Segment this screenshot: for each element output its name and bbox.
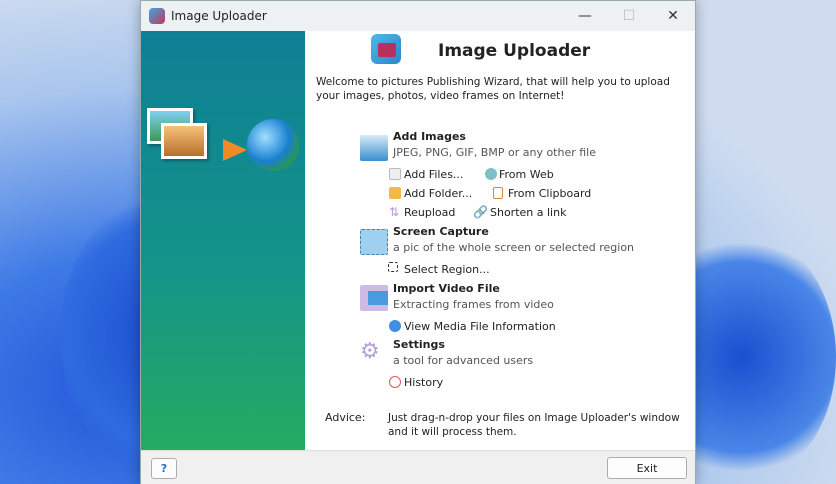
window-title: Image Uploader [171,9,267,23]
side-banner [141,31,305,450]
main-panel: Image Uploader Welcome to pictures Publi… [305,31,696,450]
select-region-icon [388,262,398,272]
import-video-subtitle: Extracting frames from video [393,298,554,311]
app-logo-icon [371,34,401,64]
welcome-text: Welcome to pictures Publishing Wizard, t… [316,76,670,102]
app-icon [149,8,165,24]
close-button[interactable]: ✕ [651,1,695,31]
add-images-icon [360,135,388,161]
page-title: Image Uploader [438,41,591,61]
app-window: Image Uploader — ☐ ✕ Image Uploader Welc… [140,0,696,484]
view-media-info-link[interactable]: View Media File Information [404,320,556,333]
clipboard-icon [493,187,503,199]
info-icon [389,320,401,332]
reupload-icon: ⇅ [389,205,400,219]
screen-capture-icon [360,229,388,255]
screen-capture-subtitle: a pic of the whole screen or selected re… [393,241,635,254]
add-images-title[interactable]: Add Images [393,130,466,143]
maximize-button[interactable]: ☐ [607,1,651,31]
web-icon [485,168,497,180]
select-region-link[interactable]: Select Region... [404,263,490,276]
photos-icon [161,123,207,159]
history-clock-icon [389,376,401,388]
from-clipboard-link[interactable]: From Clipboard [508,187,591,200]
footer-bar: ? Exit [141,450,695,484]
reupload-link[interactable]: Reupload [404,206,455,219]
exit-button[interactable]: Exit [607,457,687,479]
from-web-link[interactable]: From Web [499,168,554,181]
advice-label: Advice: [325,411,366,424]
add-folder-link[interactable]: Add Folder... [404,187,472,200]
file-icon [389,168,401,180]
globe-icon [247,119,299,171]
settings-subtitle: a tool for advanced users [393,354,534,367]
arrow-icon [223,139,247,161]
history-link[interactable]: History [404,376,443,389]
settings-gear-icon: ⚙ [360,339,380,364]
minimize-button[interactable]: — [563,1,607,31]
add-images-subtitle: JPEG, PNG, GIF, BMP or any other file [393,146,597,159]
shorten-link-link[interactable]: Shorten a link [490,206,566,219]
screen-capture-title[interactable]: Screen Capture [393,225,489,238]
settings-title[interactable]: Settings [393,338,445,351]
import-video-title[interactable]: Import Video File [393,282,500,295]
video-file-icon [360,285,388,311]
advice-text: Just drag-n-drop your files on Image Upl… [388,412,680,438]
link-icon: 🔗 [473,205,488,219]
add-files-link[interactable]: Add Files... [404,168,463,181]
folder-icon [389,187,401,199]
help-button[interactable]: ? [151,458,177,479]
